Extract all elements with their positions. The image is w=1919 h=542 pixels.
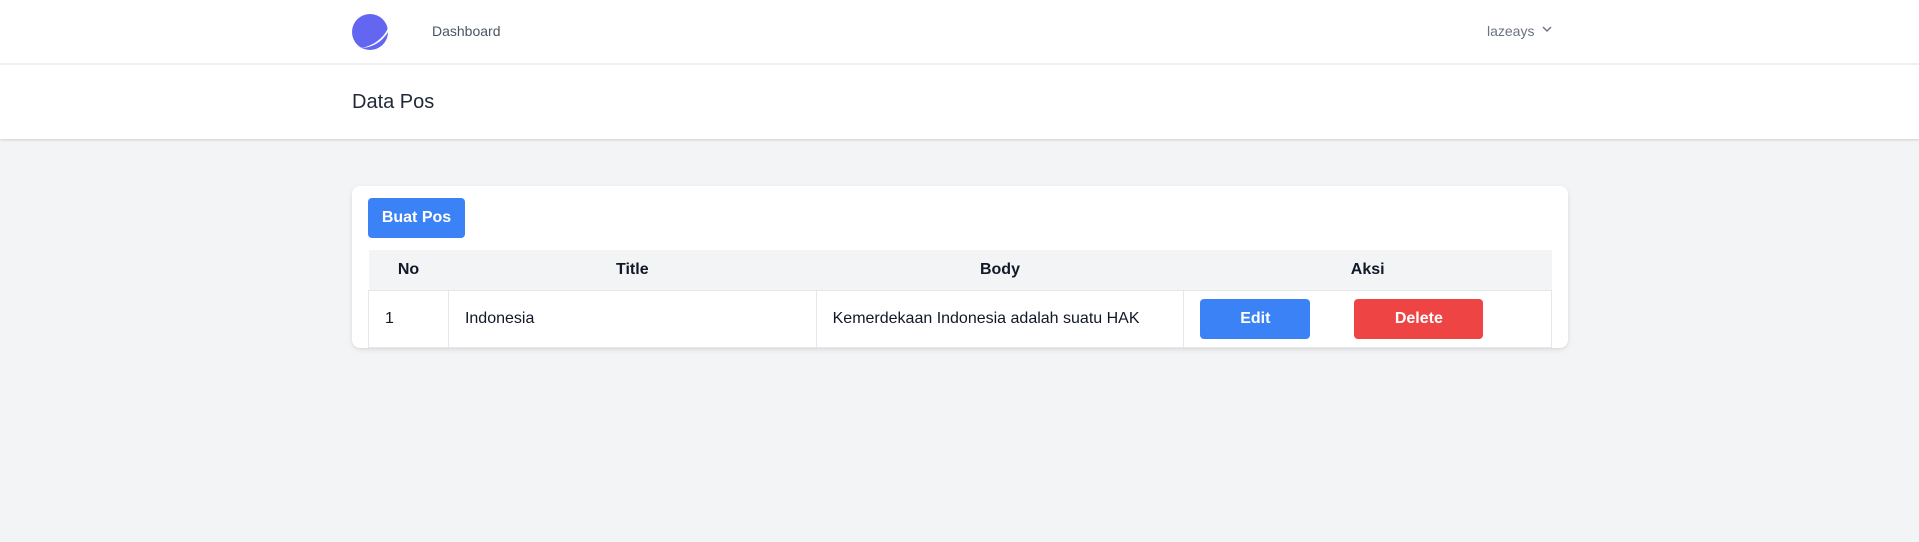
delete-button[interactable]: Delete	[1354, 298, 1484, 339]
cell-no: 1	[368, 289, 449, 348]
header-no: No	[397, 260, 420, 278]
username-label: lazeays	[1487, 22, 1535, 39]
header-body: Body	[979, 260, 1020, 278]
nav-link-dashboard[interactable]: Dashboard	[432, 23, 501, 39]
posts-card: Buat Pos No Title Body Aksi 1 Indonesia …	[352, 186, 1568, 348]
page-title: Data Pos	[352, 91, 435, 113]
top-navbar: Dashboard lazeays	[0, 0, 1919, 64]
table-header-row: No Title Body Aksi	[368, 250, 1552, 290]
header-title: Title	[615, 260, 649, 278]
user-menu-dropdown[interactable]: lazeays	[1487, 22, 1554, 39]
header-aksi: Aksi	[1350, 260, 1385, 278]
page-header: Data Pos	[0, 65, 1919, 139]
cell-aksi: Edit Delete	[1183, 289, 1552, 348]
cell-title: Indonesia	[447, 289, 817, 348]
edit-button[interactable]: Edit	[1200, 298, 1311, 339]
cell-body: Kemerdekaan Indonesia adalah suatu HAK	[815, 289, 1185, 348]
table-row: 1 Indonesia Kemerdekaan Indonesia adalah…	[368, 289, 1552, 348]
posts-table: No Title Body Aksi 1 Indonesia Kemerdeka…	[368, 250, 1552, 348]
create-post-button[interactable]: Buat Pos	[368, 198, 465, 238]
app-logo-icon[interactable]	[352, 14, 388, 50]
chevron-down-icon	[1540, 22, 1554, 39]
